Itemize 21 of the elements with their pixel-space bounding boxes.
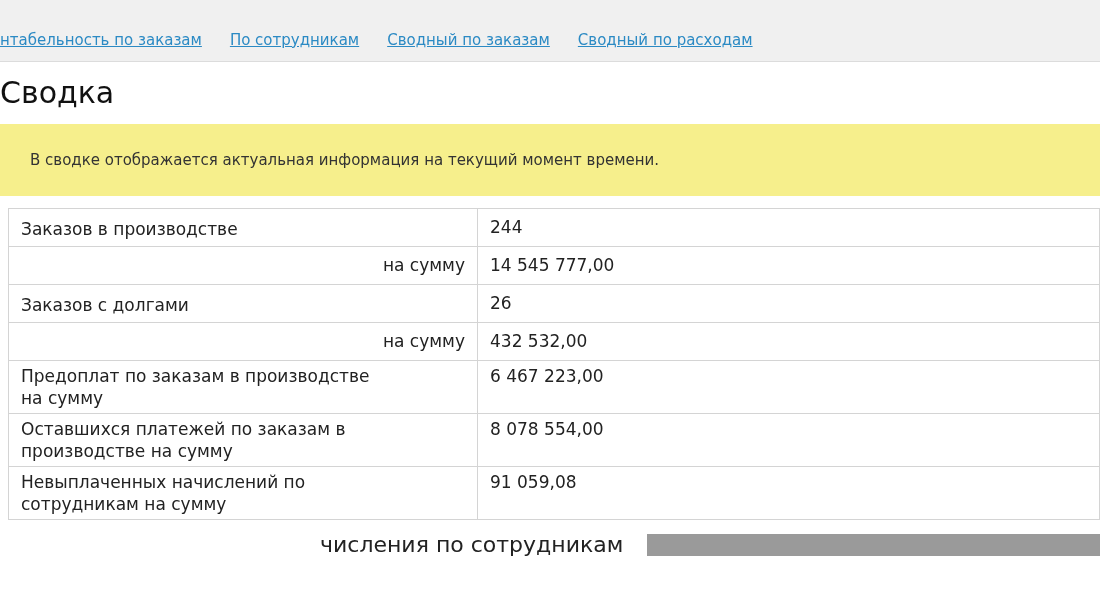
table-cell: 6 467 223,00 [478,361,1100,414]
table-cell: 14 545 777,00 [478,247,1100,285]
row-label: Невыплаченных начислений по сотрудникам на сумму [8,467,478,520]
nav-link[interactable]: Сводный по заказам [387,28,550,51]
table-cell: 91 059,08 [478,467,1100,520]
nav-link[interactable]: По сотрудникам [229,28,360,51]
table-cell: 26 [478,285,1100,323]
nav-link[interactable]: нтабельность по заказам [0,28,202,51]
row-label: Заказов в производстве [8,209,478,247]
row-label: Оставшихся платежей по заказам в производстве на сумму [8,414,478,467]
table-cell: 8 078 554,00 [478,414,1100,467]
nav-link[interactable]: Сводный по расходам [577,28,753,51]
page-title: Сводка [0,78,115,108]
table-cell: 432 532,00 [478,323,1100,361]
table-cell: 244 [478,209,1100,247]
row-label: Предоплат по заказам в производстве на сумму [8,361,478,414]
row-label: на сумму [8,323,478,361]
row-label: на сумму [8,247,478,285]
row-label: Заказов с долгами [8,285,478,323]
notice-banner: В сводке отображается актуальная информация на текущий момент времени. [0,124,1100,196]
section-title: числения по сотрудникам [320,531,624,559]
